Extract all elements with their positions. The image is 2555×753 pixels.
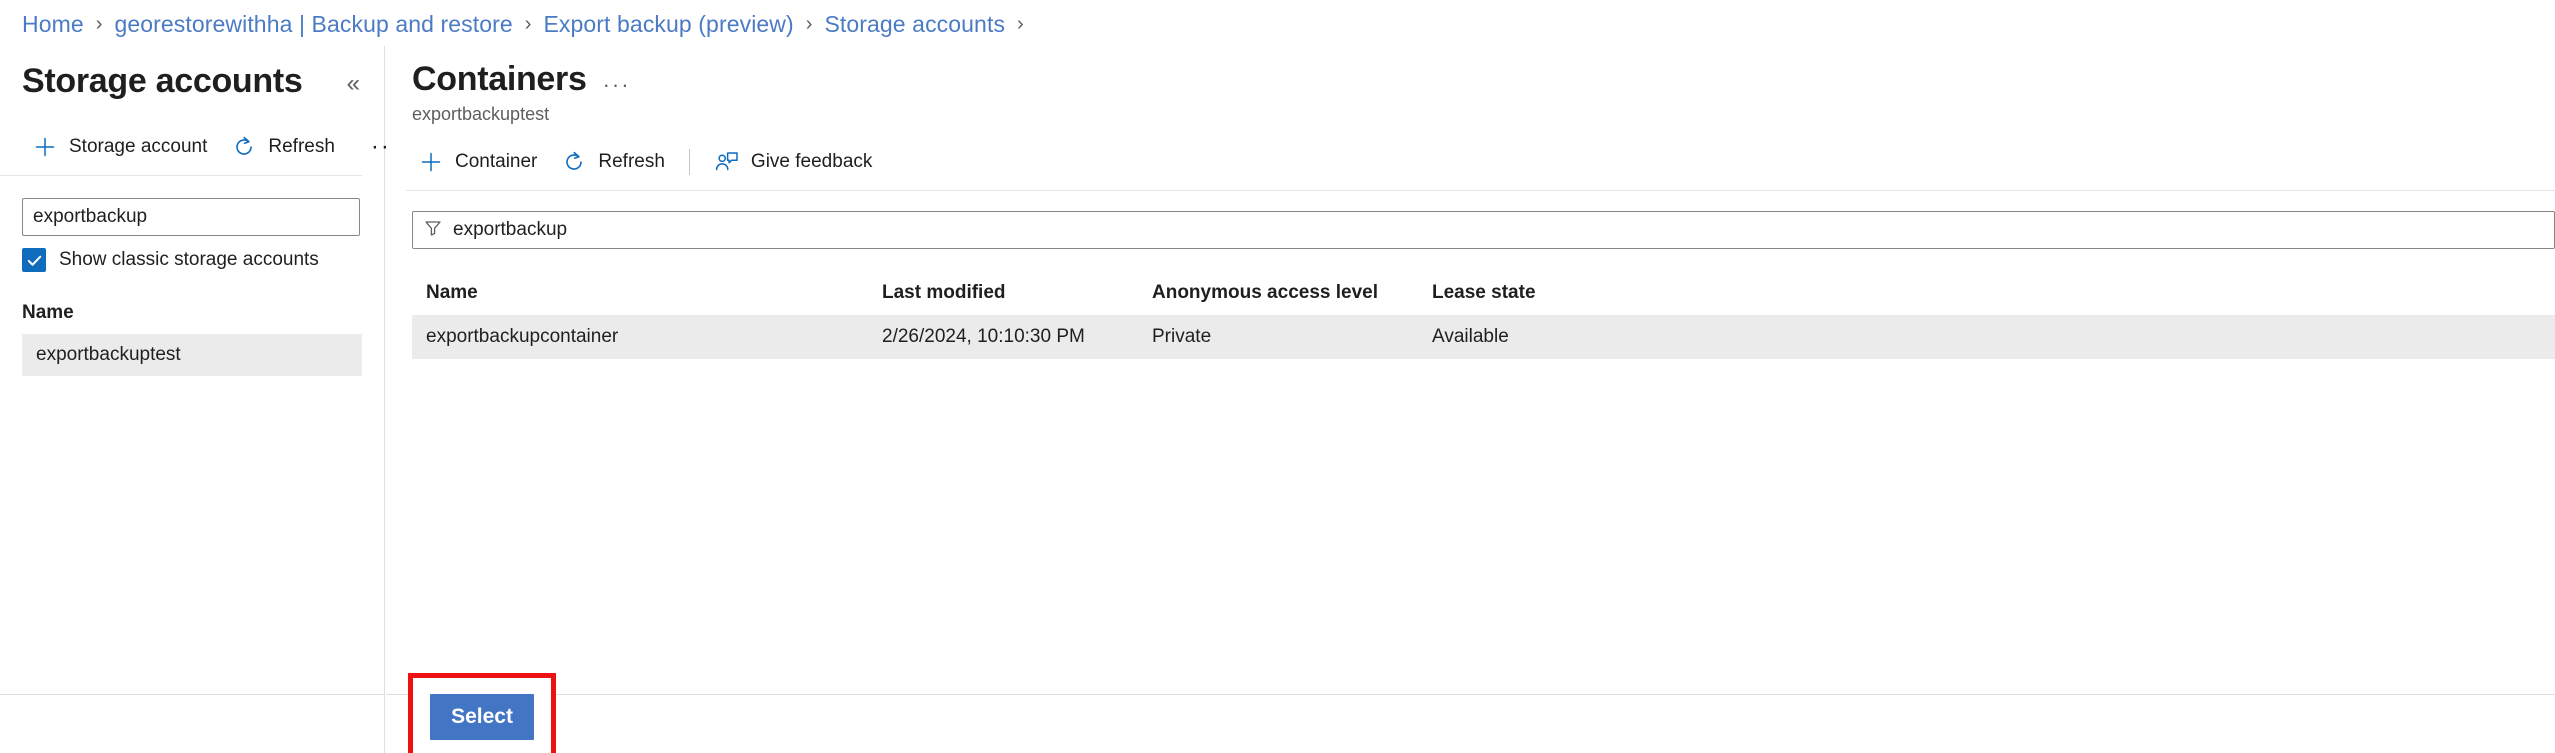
breadcrumb-separator-icon: › [1017, 13, 1024, 36]
storage-accounts-list: exportbackuptest [0, 334, 384, 376]
containers-table: Name Last modified Anonymous access leve… [386, 271, 2555, 359]
left-column-header-name: Name [0, 302, 384, 334]
cell-lease-state: Available [1432, 326, 1692, 348]
select-button[interactable]: Select [430, 694, 534, 740]
command-divider [689, 149, 690, 175]
breadcrumb-separator-icon: › [96, 13, 103, 36]
breadcrumb-separator-icon: › [806, 13, 813, 36]
left-command-bar: Storage account Refresh ··· [0, 132, 362, 176]
table-body: exportbackupcontainer 2/26/2024, 10:10:3… [412, 315, 2555, 359]
containers-header: Containers ··· exportbackuptest [386, 46, 2555, 125]
show-classic-label: Show classic storage accounts [59, 249, 319, 271]
table-header-row: Name Last modified Anonymous access leve… [412, 271, 2555, 315]
containers-footer: Select [386, 695, 2555, 753]
table-row[interactable]: exportbackupcontainer 2/26/2024, 10:10:3… [412, 315, 2555, 359]
refresh-storage-accounts-button[interactable]: Refresh [219, 126, 347, 168]
checkbox-checked-icon [22, 248, 46, 272]
containers-filter-input[interactable] [453, 212, 2544, 248]
azure-portal-blade: Home › georestorewithha | Backup and res… [0, 0, 2555, 753]
left-pane-title-row: Storage accounts « [0, 46, 384, 102]
feedback-person-icon [714, 149, 740, 175]
refresh-label: Refresh [268, 136, 335, 158]
storage-account-name: exportbackuptest [36, 344, 181, 366]
containers-title-overflow-button[interactable]: ··· [603, 72, 631, 98]
containers-pane: Containers ··· exportbackuptest Containe… [386, 46, 2555, 753]
storage-account-search-input[interactable] [22, 198, 360, 236]
left-footer-divider [0, 694, 384, 695]
add-storage-account-label: Storage account [69, 136, 207, 158]
cell-container-name: exportbackupcontainer [412, 326, 882, 348]
containers-subtitle: exportbackuptest [412, 104, 2555, 125]
refresh-label: Refresh [598, 151, 665, 173]
containers-command-bar: Container Refresh [406, 147, 2555, 191]
column-header-last-modified[interactable]: Last modified [882, 282, 1152, 304]
breadcrumb-separator-icon: › [525, 13, 532, 36]
breadcrumb: Home › georestorewithha | Backup and res… [0, 0, 1036, 48]
add-storage-account-button[interactable]: Storage account [20, 126, 219, 168]
storage-accounts-pane: Storage accounts « Storage account [0, 46, 385, 753]
column-header-name[interactable]: Name [412, 282, 882, 304]
show-classic-storage-accounts-checkbox[interactable]: Show classic storage accounts [0, 236, 384, 272]
containers-filter-wrapper [386, 191, 2555, 249]
plus-icon [32, 134, 58, 160]
funnel-icon [423, 218, 443, 243]
refresh-containers-button[interactable]: Refresh [549, 141, 677, 183]
select-button-highlight-annotation: Select [408, 673, 556, 753]
cell-access-level: Private [1152, 326, 1432, 348]
breadcrumb-item-home[interactable]: Home [22, 11, 84, 38]
cell-last-modified: 2/26/2024, 10:10:30 PM [882, 326, 1152, 348]
add-container-button[interactable]: Container [406, 141, 549, 183]
plus-icon [418, 149, 444, 175]
containers-filter-box[interactable] [412, 211, 2555, 249]
breadcrumb-item-storage-accounts[interactable]: Storage accounts [824, 11, 1005, 38]
containers-title-row: Containers ··· [412, 58, 2555, 100]
refresh-icon [231, 134, 257, 160]
refresh-icon [561, 149, 587, 175]
give-feedback-label: Give feedback [751, 151, 872, 173]
chevron-double-left-icon[interactable]: « [347, 72, 360, 96]
breadcrumb-item-export-backup[interactable]: Export backup (preview) [543, 11, 793, 38]
left-search-wrapper [0, 176, 384, 236]
containers-title: Containers [412, 58, 587, 100]
page-title: Storage accounts [22, 60, 303, 102]
list-item[interactable]: exportbackuptest [22, 334, 362, 376]
column-header-lease-state[interactable]: Lease state [1432, 282, 1692, 304]
give-feedback-button[interactable]: Give feedback [702, 141, 884, 183]
column-header-anonymous-access-level[interactable]: Anonymous access level [1152, 282, 1432, 304]
breadcrumb-item-backup-and-restore[interactable]: georestorewithha | Backup and restore [114, 11, 512, 38]
add-container-label: Container [455, 151, 537, 173]
